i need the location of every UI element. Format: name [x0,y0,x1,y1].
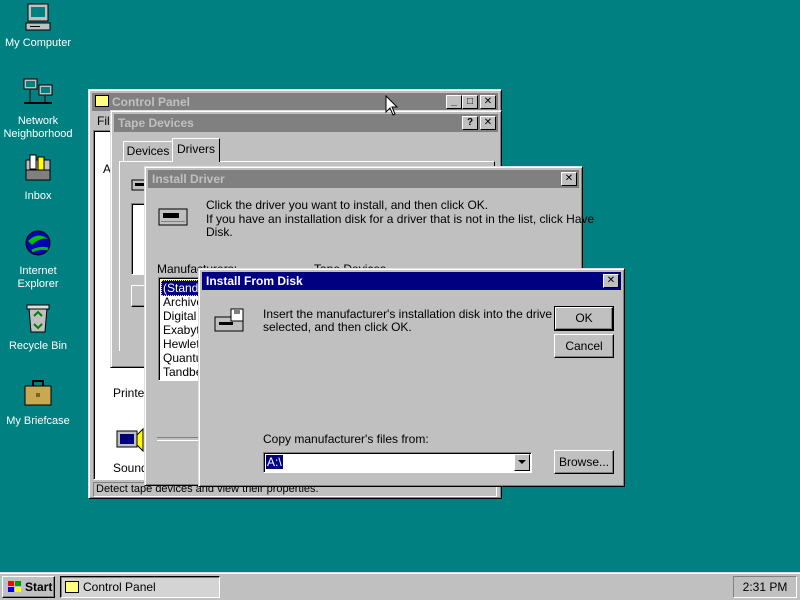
tab-devices[interactable]: Devices [123,141,173,161]
browse-button[interactable]: Browse... [554,450,614,474]
internet-explorer-icon [22,227,54,259]
control-panel-icon [65,581,79,593]
ok-button[interactable]: OK [554,306,614,331]
desktop-icon-label: Recycle Bin [8,340,68,352]
install-from-disk-dialog[interactable]: Install From Disk ✕ Insert the manufactu… [198,268,625,487]
inbox-icon [22,152,54,184]
desktop-icon-label: Network Neighborhood [3,115,73,140]
briefcase-icon [22,377,54,409]
copy-files-value[interactable]: A:\ [266,455,283,469]
tab-drivers[interactable]: Drivers [172,138,220,162]
taskbar-button-label: Control Panel [83,580,156,594]
manufacturers-list[interactable]: (Standa Archive Digital Exabyte Hewlet Q… [158,277,203,381]
floppy-drive-icon [213,307,247,340]
list-item[interactable]: Digital [163,309,196,323]
copy-files-label: Copy manufacturer's files from: [263,432,429,446]
list-item[interactable]: Exabyte [163,323,202,337]
instruction-line-2: If you have an installation disk for a d… [206,212,595,226]
instruction-line-1: Click the driver you want to install, an… [206,198,489,212]
system-tray: 2:31 PM [733,576,797,598]
close-button[interactable]: ✕ [561,172,577,186]
list-item[interactable]: Quantu [163,351,202,365]
desktop-icon-label: My Computer [4,37,72,49]
disk-message-line-2: selected, and then click OK. [263,320,412,334]
desktop-icon-inbox[interactable]: Inbox [0,152,76,203]
close-button[interactable]: ✕ [603,274,619,288]
install-from-disk-titlebar[interactable]: Install From Disk ✕ [202,272,621,290]
start-button[interactable]: Start [2,576,55,598]
mouse-cursor-icon [385,94,399,120]
list-item[interactable]: Hewlet [163,337,200,351]
maximize-button[interactable]: □ [462,95,478,109]
chevron-down-icon [518,460,526,464]
computer-icon [22,2,54,34]
desktop-icon-label: Inbox [24,190,52,202]
install-from-disk-title: Install From Disk [206,274,303,288]
list-item[interactable]: Tandbe [163,365,202,379]
control-panel-title-icon [95,95,109,107]
list-item[interactable]: (Standa [161,280,202,296]
cancel-button[interactable]: Cancel [554,334,614,358]
taskbar: Start Control Panel 2:31 PM [0,572,800,600]
copy-files-combobox[interactable]: A:\ [263,452,532,473]
tape-devices-title: Tape Devices [118,116,194,130]
minimize-button[interactable]: _ [446,95,462,109]
desktop-icon-label: Internet Explorer [17,265,59,290]
sounds-icon[interactable] [115,425,145,458]
help-button[interactable]: ? [462,116,478,130]
close-button[interactable]: ✕ [480,95,496,109]
start-label: Start [25,580,53,594]
list-item[interactable]: Archive [163,295,202,309]
control-panel-titlebar[interactable]: Control Panel _ □ ✕ [92,93,498,111]
desktop-icon-internet-explorer[interactable]: Internet Explorer [0,227,76,291]
install-driver-titlebar[interactable]: Install Driver ✕ [148,170,579,188]
disk-message-line-1: Insert the manufacturer's installation d… [263,307,553,321]
tape-drive-icon [157,205,189,232]
dropdown-button[interactable] [514,454,530,471]
desktop-icon-network-neighborhood[interactable]: Network Neighborhood [0,77,76,141]
install-driver-title: Install Driver [152,172,225,186]
tape-devices-titlebar[interactable]: Tape Devices ? ✕ [114,114,498,132]
close-button[interactable]: ✕ [480,116,496,130]
desktop-icon-recycle-bin[interactable]: Recycle Bin [0,302,76,353]
desktop-icon-my-computer[interactable]: My Computer [0,2,76,50]
control-panel-title: Control Panel [112,95,191,109]
windows-logo-icon [7,580,23,600]
clock[interactable]: 2:31 PM [743,580,788,594]
desktop-icon-label: My Briefcase [6,415,70,427]
desktop-icon-my-briefcase[interactable]: My Briefcase [0,377,76,428]
instruction-line-3: Disk. [206,225,233,239]
network-icon [22,77,54,109]
taskbar-button-control-panel[interactable]: Control Panel [60,576,220,598]
recycle-bin-icon [22,302,54,334]
